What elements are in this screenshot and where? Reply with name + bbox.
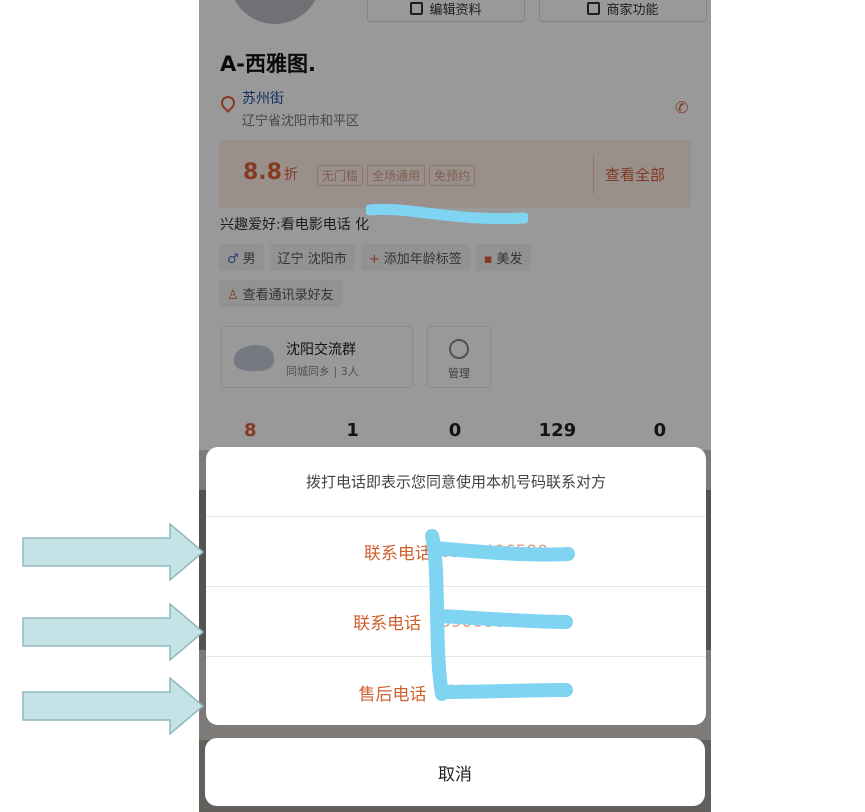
call-option-label: 联系电话 [353,614,422,634]
redaction-scribble-e [425,529,575,701]
annotation-arrow-icon [22,677,204,735]
annotation-arrow-icon [22,523,204,581]
sheet-header: 拨打电话即表示您同意使用本机号码联系对方 [206,447,706,517]
annotation-arrow-icon [22,603,204,661]
call-option-label: 售后电话 [358,684,427,705]
cancel-button[interactable]: 取消 [205,738,705,806]
redaction-scribble [366,203,528,225]
